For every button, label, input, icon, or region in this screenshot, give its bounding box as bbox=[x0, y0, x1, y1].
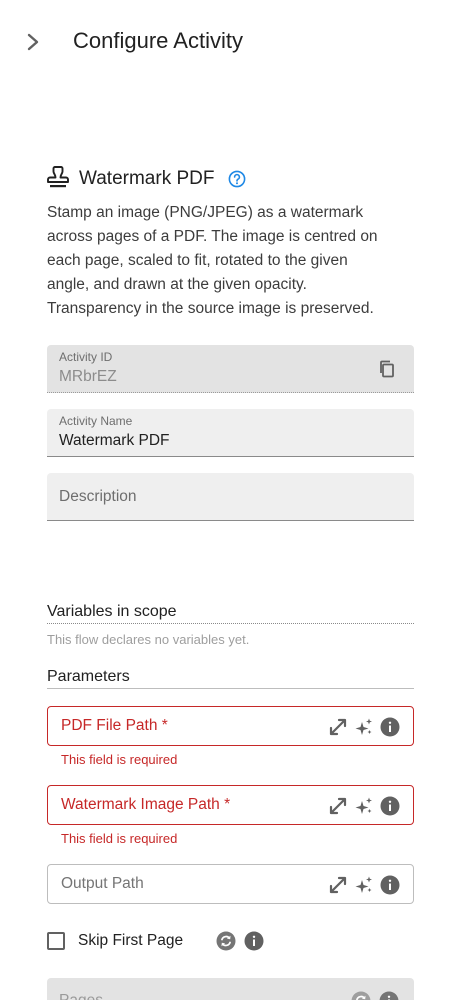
sparkle-icon[interactable] bbox=[353, 795, 375, 817]
description-field[interactable]: Description bbox=[47, 473, 414, 521]
sparkle-icon[interactable] bbox=[353, 716, 375, 738]
output-path-field[interactable]: Output Path bbox=[47, 864, 414, 904]
pdf-file-path-error: This field is required bbox=[61, 752, 178, 767]
pages-label: Pages bbox=[59, 992, 103, 1000]
expand-arrows-icon[interactable] bbox=[327, 795, 349, 817]
refresh-icon[interactable] bbox=[215, 930, 237, 952]
watermark-image-path-label: Watermark Image Path * bbox=[61, 796, 231, 813]
skip-first-page-checkbox[interactable] bbox=[47, 932, 65, 950]
activity-name-field[interactable]: Activity Name Watermark PDF bbox=[47, 409, 414, 457]
pdf-file-path-field[interactable]: PDF File Path * bbox=[47, 706, 414, 746]
info-icon[interactable] bbox=[378, 990, 400, 1000]
refresh-icon[interactable] bbox=[350, 990, 372, 1000]
expand-arrows-icon[interactable] bbox=[327, 716, 349, 738]
activity-description: Stamp an image (PNG/JPEG) as a watermark… bbox=[47, 204, 378, 317]
chevron-right-icon[interactable] bbox=[20, 29, 46, 55]
activity-id-label: Activity ID bbox=[59, 350, 113, 364]
info-icon[interactable] bbox=[243, 930, 265, 952]
activity-name-label: Activity Name bbox=[59, 414, 133, 428]
variables-empty-note: This flow declares no variables yet. bbox=[47, 632, 250, 647]
variables-section-title: Variables in scope bbox=[47, 603, 414, 624]
watermark-image-path-error: This field is required bbox=[61, 831, 178, 846]
pages-field[interactable]: Pages bbox=[47, 978, 414, 1000]
info-icon[interactable] bbox=[379, 716, 401, 738]
parameters-section-title: Parameters bbox=[47, 668, 414, 689]
sparkle-icon[interactable] bbox=[353, 874, 375, 896]
activity-id-field: Activity ID MRbrEZ bbox=[47, 345, 414, 393]
expand-arrows-icon[interactable] bbox=[327, 874, 349, 896]
page-title: Configure Activity bbox=[73, 28, 243, 53]
info-icon[interactable] bbox=[379, 795, 401, 817]
help-circle-icon[interactable] bbox=[228, 170, 246, 188]
skip-first-page-label[interactable]: Skip First Page bbox=[78, 932, 183, 950]
activity-name-value[interactable]: Watermark PDF bbox=[59, 432, 170, 450]
activity-heading: Watermark PDF bbox=[47, 164, 246, 194]
stamp-icon bbox=[47, 165, 69, 194]
activity-id-value: MRbrEZ bbox=[59, 368, 117, 385]
info-icon[interactable] bbox=[379, 874, 401, 896]
panel-header: Configure Activity bbox=[0, 0, 470, 84]
watermark-image-path-field[interactable]: Watermark Image Path * bbox=[47, 785, 414, 825]
output-path-label: Output Path bbox=[61, 875, 144, 892]
description-placeholder: Description bbox=[59, 488, 137, 505]
pdf-file-path-label: PDF File Path * bbox=[61, 717, 168, 734]
skip-first-page-row: Skip First Page bbox=[47, 928, 265, 954]
copy-icon[interactable] bbox=[376, 358, 398, 380]
activity-name: Watermark PDF bbox=[79, 168, 215, 189]
